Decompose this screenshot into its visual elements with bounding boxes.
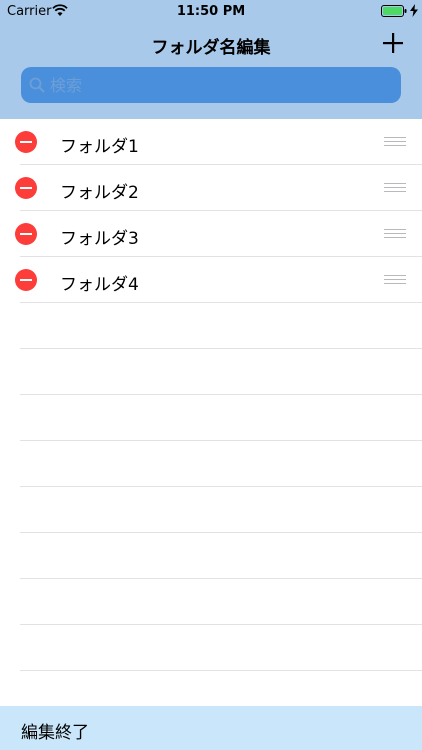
bottom-toolbar: 編集終了 [0, 706, 422, 750]
add-folder-button[interactable] [380, 30, 406, 56]
search-input[interactable] [50, 67, 390, 103]
folder-name: フォルダ3 [60, 229, 139, 249]
empty-row [20, 487, 422, 533]
empty-row [20, 395, 422, 441]
empty-row [20, 349, 422, 395]
status-bar: Carrier 11:50 PM [0, 0, 422, 22]
reorder-handle-icon[interactable] [384, 137, 406, 146]
reorder-handle-icon[interactable] [384, 229, 406, 238]
folder-list: フォルダ1 フォルダ2 フォルダ3 フォルダ4 [0, 119, 422, 717]
page-title: フォルダ名編集 [151, 38, 271, 58]
folder-name: フォルダ2 [60, 183, 139, 203]
list-item[interactable]: フォルダ3 [15, 211, 422, 257]
delete-icon[interactable] [15, 269, 37, 291]
folder-name: フォルダ4 [60, 275, 139, 295]
list-item[interactable]: フォルダ1 [15, 119, 422, 165]
list-item[interactable]: フォルダ4 [15, 257, 422, 303]
empty-row [20, 441, 422, 487]
list-item[interactable]: フォルダ2 [15, 165, 422, 211]
empty-row [20, 579, 422, 625]
delete-icon[interactable] [15, 131, 37, 153]
search-icon [29, 77, 45, 93]
charging-bolt-icon [410, 4, 418, 17]
battery-icon [381, 5, 407, 17]
status-time: 11:50 PM [176, 4, 246, 19]
folder-name: フォルダ1 [60, 137, 139, 157]
delete-icon[interactable] [15, 177, 37, 199]
delete-icon[interactable] [15, 223, 37, 245]
navigation-header: Carrier 11:50 PM フォルダ名編集 [0, 0, 422, 119]
reorder-handle-icon[interactable] [384, 275, 406, 284]
empty-row [20, 625, 422, 671]
reorder-handle-icon[interactable] [384, 183, 406, 192]
empty-row [20, 303, 422, 349]
finish-editing-button[interactable]: 編集終了 [21, 718, 89, 743]
empty-row [20, 533, 422, 579]
